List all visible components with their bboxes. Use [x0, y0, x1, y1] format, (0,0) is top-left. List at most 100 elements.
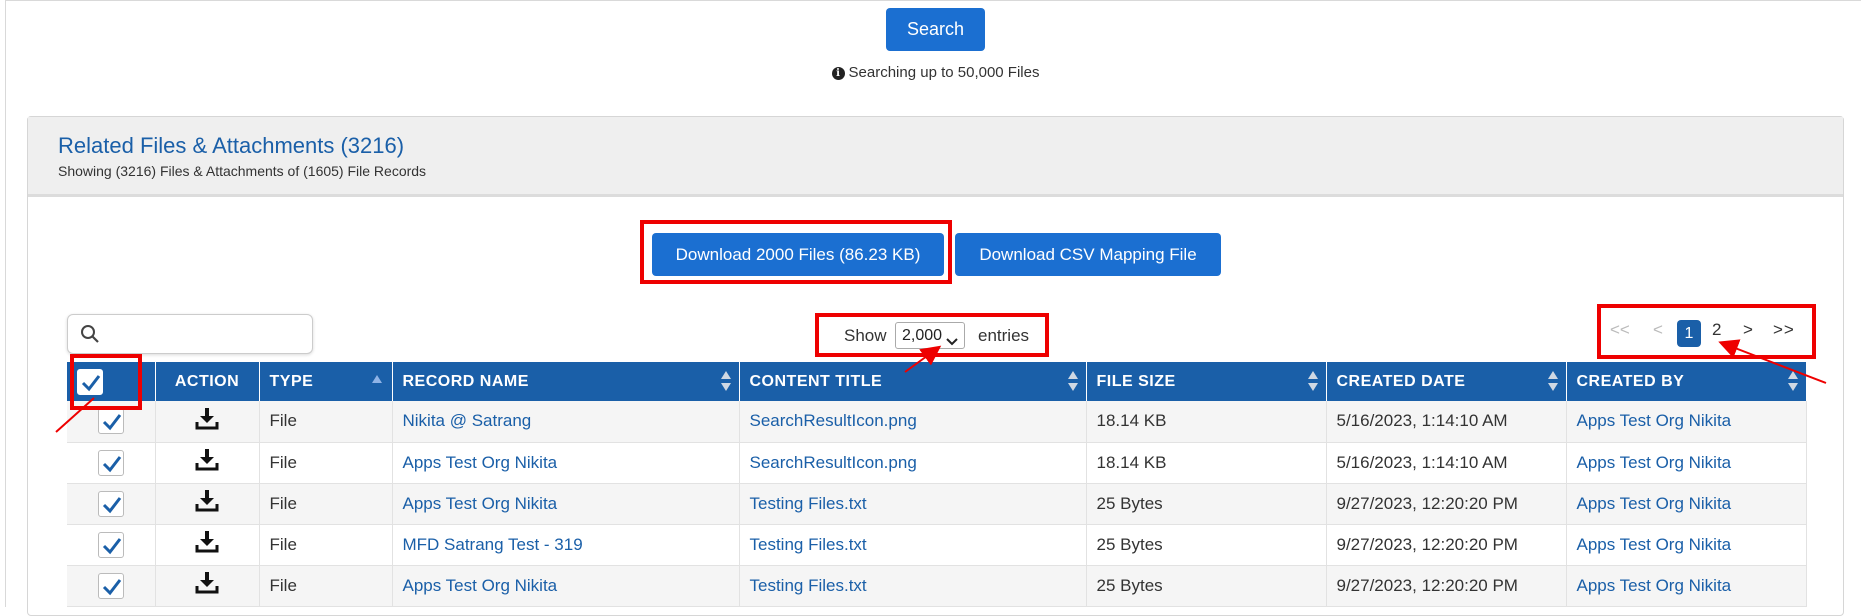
cell-created-by: Apps Test Org Nikita — [1566, 401, 1807, 443]
header-record-name[interactable]: RECORD NAME — [392, 362, 740, 401]
row-select-cell[interactable] — [67, 483, 156, 525]
annotation-box-entries — [815, 313, 1049, 357]
cell-content-title: SearchResultIcon.png — [739, 401, 1087, 443]
row-select-cell[interactable] — [67, 524, 156, 566]
cell-created-date: 9/27/2023, 12:20:20 PM — [1326, 524, 1567, 566]
cell-content-title: Testing Files.txt — [739, 524, 1087, 566]
sort-icon[interactable] — [1307, 371, 1318, 396]
row-checkbox[interactable] — [97, 572, 124, 599]
page-top-border — [5, 0, 1861, 1]
download-csv-button[interactable]: Download CSV Mapping File — [955, 233, 1221, 276]
files-table: ACTION TYPE RECORD NAME CONTENT TITLE FI… — [67, 362, 1807, 607]
cell-file-size: 18.14 KB — [1086, 401, 1327, 443]
header-created-date[interactable]: CREATED DATE — [1326, 362, 1567, 401]
header-content-title-label: CONTENT TITLE — [749, 372, 883, 390]
page-left-border — [5, 0, 6, 607]
cell-record-name: Apps Test Org Nikita — [392, 483, 740, 525]
row-action-cell — [155, 442, 260, 484]
table-search-input[interactable] — [108, 321, 303, 347]
cell-record-name: Apps Test Org Nikita — [392, 442, 740, 484]
header-type[interactable]: TYPE — [259, 362, 393, 401]
cell-type: File — [259, 524, 393, 566]
created-by-link[interactable]: Apps Test Org Nikita — [1577, 576, 1732, 595]
content-title-link[interactable]: Testing Files.txt — [750, 494, 867, 513]
row-checkbox[interactable] — [97, 490, 124, 517]
download-icon[interactable] — [195, 407, 219, 435]
record-name-link[interactable]: Apps Test Org Nikita — [403, 494, 558, 513]
table-header-row: ACTION TYPE RECORD NAME CONTENT TITLE FI… — [67, 362, 1807, 401]
annotation-box-select-all — [70, 354, 142, 410]
table-row: File Apps Test Org Nikita Testing Files.tx… — [67, 565, 1807, 607]
row-action-cell — [155, 483, 260, 525]
cell-created-date: 5/16/2023, 1:14:10 AM — [1326, 442, 1567, 484]
header-action: ACTION — [155, 362, 260, 401]
cell-type: File — [259, 483, 393, 525]
panel-subtitle: Showing (3216) Files & Attachments of (1… — [58, 163, 427, 179]
content-title-link[interactable]: Testing Files.txt — [750, 576, 867, 595]
cell-content-title: Testing Files.txt — [739, 483, 1087, 525]
header-created-date-label: CREATED DATE — [1336, 372, 1466, 390]
search-limit-note: i Searching up to 50,000 Files — [0, 64, 1861, 81]
record-name-link[interactable]: Apps Test Org Nikita — [403, 576, 558, 595]
sort-icon[interactable] — [1787, 371, 1798, 396]
content-title-link[interactable]: Testing Files.txt — [750, 535, 867, 554]
table-row: File MFD Satrang Test - 319 Testing Files.… — [67, 524, 1807, 566]
created-by-link[interactable]: Apps Test Org Nikita — [1577, 411, 1732, 430]
sort-icon[interactable] — [1067, 371, 1078, 396]
cell-created-date: 5/16/2023, 1:14:10 AM — [1326, 401, 1567, 443]
row-checkbox[interactable] — [97, 408, 124, 435]
cell-created-date: 9/27/2023, 12:20:20 PM — [1326, 565, 1567, 607]
search-icon — [80, 324, 100, 349]
cell-type: File — [259, 565, 393, 607]
row-select-cell[interactable] — [67, 565, 156, 607]
cell-type: File — [259, 442, 393, 484]
row-action-cell — [155, 401, 260, 443]
cell-created-by: Apps Test Org Nikita — [1566, 565, 1807, 607]
cell-file-size: 18.14 KB — [1086, 442, 1327, 484]
sort-asc-icon[interactable] — [371, 370, 382, 388]
cell-record-name: MFD Satrang Test - 319 — [392, 524, 740, 566]
search-button[interactable]: Search — [886, 8, 985, 51]
record-name-link[interactable]: Nikita @ Satrang — [403, 411, 532, 430]
created-by-link[interactable]: Apps Test Org Nikita — [1577, 535, 1732, 554]
annotation-box-download — [640, 220, 952, 284]
content-title-link[interactable]: SearchResultIcon.png — [750, 411, 917, 430]
record-name-link[interactable]: Apps Test Org Nikita — [403, 453, 558, 472]
header-file-size-label: FILE SIZE — [1096, 372, 1176, 390]
download-icon[interactable] — [195, 572, 219, 599]
row-select-cell[interactable] — [67, 442, 156, 484]
header-content-title[interactable]: CONTENT TITLE — [739, 362, 1087, 401]
table-row: File Apps Test Org Nikita Testing Files.tx… — [67, 483, 1807, 525]
panel-title: Related Files & Attachments (3216) — [58, 133, 405, 158]
table-search-box[interactable] — [67, 314, 313, 354]
header-record-name-label: RECORD NAME — [402, 372, 529, 390]
download-icon[interactable] — [195, 490, 219, 517]
row-checkbox[interactable] — [97, 531, 124, 558]
table-row: File Apps Test Org Nikita SearchResultIcon… — [67, 442, 1807, 484]
row-action-cell — [155, 524, 260, 566]
created-by-link[interactable]: Apps Test Org Nikita — [1577, 453, 1732, 472]
download-icon[interactable] — [195, 449, 219, 476]
cell-content-title: Testing Files.txt — [739, 565, 1087, 607]
cell-file-size: 25 Bytes — [1086, 483, 1327, 525]
header-type-label: TYPE — [269, 372, 314, 390]
row-checkbox[interactable] — [97, 449, 124, 476]
info-icon: i — [831, 67, 845, 80]
sort-icon[interactable] — [720, 371, 731, 396]
cell-record-name: Apps Test Org Nikita — [392, 565, 740, 607]
cell-created-date: 9/27/2023, 12:20:20 PM — [1326, 483, 1567, 525]
header-file-size[interactable]: FILE SIZE — [1086, 362, 1327, 401]
row-action-cell — [155, 565, 260, 607]
content-title-link[interactable]: SearchResultIcon.png — [750, 453, 917, 472]
sort-icon[interactable] — [1547, 371, 1558, 396]
annotation-box-pagination — [1597, 304, 1816, 359]
panel-header: Related Files & Attachments (3216) Showi… — [28, 117, 1843, 197]
created-by-link[interactable]: Apps Test Org Nikita — [1577, 494, 1732, 513]
table-row: File Nikita @ Satrang SearchResultIcon.png… — [67, 401, 1807, 443]
cell-created-by: Apps Test Org Nikita — [1566, 524, 1807, 566]
download-icon[interactable] — [195, 531, 219, 558]
record-name-link[interactable]: MFD Satrang Test - 319 — [403, 535, 583, 554]
header-created-by[interactable]: CREATED BY — [1566, 362, 1807, 401]
header-created-by-label: CREATED BY — [1576, 372, 1685, 390]
cell-file-size: 25 Bytes — [1086, 565, 1327, 607]
